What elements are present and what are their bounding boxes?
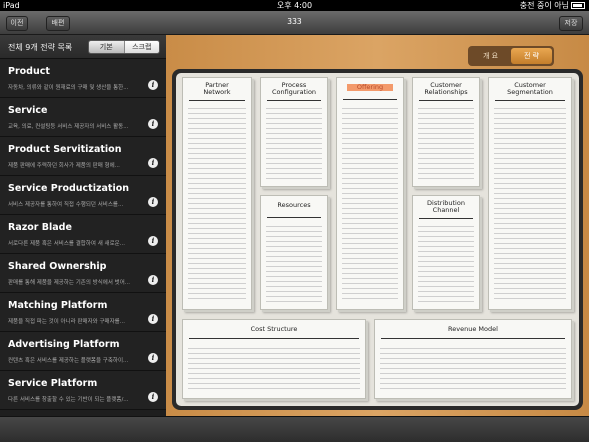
strategy-description: 제품 판매에 주력하던 회사가 제품의 판매 형에... xyxy=(8,163,120,169)
strategy-description: 교육, 의료, 컨설팅등 서비스 제공자의 서비스 활동... xyxy=(8,124,129,130)
strategy-name: Service Platform xyxy=(8,378,98,389)
note-lines xyxy=(266,104,322,180)
battery-status: 충전 중이 아님 xyxy=(520,0,585,11)
nav-bar: 이전 배편 333 저장 xyxy=(0,11,589,35)
title-rule xyxy=(343,99,397,100)
board-surface: Partner Network Process Configuration Re… xyxy=(176,73,579,406)
charge-status-text: 충전 중이 아님 xyxy=(519,1,569,10)
save-button[interactable]: 저장 xyxy=(559,16,583,31)
page-title: 333 xyxy=(287,17,302,26)
list-segmented-control: 기본 스크랩 xyxy=(88,40,160,54)
customer-relationships-title: Customer Relationships xyxy=(424,81,468,96)
clock: 오후 4:00 xyxy=(276,1,313,10)
note-lines xyxy=(266,222,322,303)
tab-strategy[interactable]: 전 략 xyxy=(511,48,552,64)
strategy-list-item[interactable]: Razor Blade 서로다른 제품 혹은 서비스를 결합하여 새 새로운...… xyxy=(0,215,166,254)
strategy-description: 다른 서비스를 창출할 수 있는 기반이 되는 플랫폼/... xyxy=(8,397,129,403)
business-model-board: Partner Network Process Configuration Re… xyxy=(172,69,583,410)
strategy-description: 서로다른 제품 혹은 서비스를 결합하여 새 새로운... xyxy=(8,241,125,247)
title-rule xyxy=(267,100,321,101)
segment-basic[interactable]: 기본 xyxy=(89,41,124,53)
status-bar: iPad 오후 4:00 충전 중이 아님 xyxy=(0,0,589,11)
title-rule xyxy=(419,218,473,219)
customer-segmentation-card[interactable]: Customer Segmentation xyxy=(488,77,572,310)
battery-icon xyxy=(571,2,585,9)
info-icon[interactable]: i xyxy=(148,80,158,90)
strategy-name: Product Servitization xyxy=(8,144,122,155)
process-configuration-card[interactable]: Process Configuration xyxy=(260,77,328,187)
strategy-name: Service Productization xyxy=(8,183,129,194)
info-icon[interactable]: i xyxy=(148,392,158,402)
strategy-name: Service xyxy=(8,105,48,116)
note-lines xyxy=(188,104,246,303)
cost-structure-card[interactable]: Cost Structure xyxy=(182,319,366,399)
bottom-toolbar xyxy=(0,416,589,442)
strategy-name: Shared Ownership xyxy=(8,261,107,272)
partner-network-card[interactable]: Partner Network xyxy=(182,77,252,310)
title-rule xyxy=(419,100,473,101)
info-icon[interactable]: i xyxy=(148,353,158,363)
customer-relationships-card[interactable]: Customer Relationships xyxy=(412,77,480,187)
distribution-channel-card[interactable]: Distribution Channel xyxy=(412,195,480,310)
canvas-area: 개 요 전 략 Partner Network Process Configur… xyxy=(166,35,589,416)
strategy-list-item[interactable]: Service Productization 서비스 제공자를 통하여 직접 수행… xyxy=(0,176,166,215)
view-tabs: 개 요 전 략 xyxy=(468,46,554,66)
offering-title: Offering xyxy=(337,84,403,99)
strategy-list-item[interactable]: Matching Platform 제품을 직접 파는 것이 아니라 판매자와 구… xyxy=(0,293,166,332)
strategy-name: Product xyxy=(8,66,50,77)
strategy-description: 자동차, 의류와 같이 원재료의 구매 및 생산을 통한... xyxy=(8,85,129,91)
title-rule xyxy=(495,100,565,101)
resources-card[interactable]: Resources xyxy=(260,195,328,310)
note-lines xyxy=(418,104,474,180)
tab-overview[interactable]: 개 요 xyxy=(470,48,511,64)
strategy-description: 컨텐츠 혹은 서비스를 제공하는 플랫폼을 구축하이... xyxy=(8,358,129,364)
strategy-description: 판매를 통해 제품을 제공하는 기존의 방식에서 벗어... xyxy=(8,280,130,286)
info-icon[interactable]: i xyxy=(148,119,158,129)
note-lines xyxy=(188,344,360,392)
strategy-list-item[interactable]: Shared Ownership 판매를 통해 제품을 제공하는 기존의 방식에서… xyxy=(0,254,166,293)
strategy-name: Matching Platform xyxy=(8,300,108,311)
info-icon[interactable]: i xyxy=(148,236,158,246)
segment-scrap[interactable]: 스크랩 xyxy=(123,41,159,53)
strategy-list-item[interactable]: Product Servitization 제품 판매에 주력하던 회사가 제품의… xyxy=(0,137,166,176)
revenue-model-card[interactable]: Revenue Model xyxy=(374,319,572,399)
strategy-name: Razor Blade xyxy=(8,222,72,233)
title-rule xyxy=(267,217,321,218)
note-lines xyxy=(418,222,474,303)
distribution-channel-title: Distribution Channel xyxy=(427,199,465,214)
strategy-description: 제품을 직접 파는 것이 아니라 판매자와 구매자를... xyxy=(8,319,125,325)
note-lines xyxy=(342,104,398,303)
note-lines xyxy=(494,104,566,303)
info-icon[interactable]: i xyxy=(148,197,158,207)
customer-segmentation-title: Customer Segmentation xyxy=(507,81,553,96)
offering-highlight: Offering xyxy=(346,84,394,91)
strategy-list-item[interactable]: Service Platform 다른 서비스를 창출할 수 있는 기반이 되는 … xyxy=(0,371,166,410)
strategy-list-item[interactable]: Product 자동차, 의류와 같이 원재료의 구매 및 생산을 통한... i xyxy=(0,59,166,98)
title-rule xyxy=(189,338,359,339)
sidebar-header: 전체 9개 전략 목록 기본 스크랩 xyxy=(0,35,166,59)
strategy-list-item[interactable]: Advertising Platform 컨텐츠 혹은 서비스를 제공하는 플랫폼… xyxy=(0,332,166,371)
note-lines xyxy=(380,344,566,392)
info-icon[interactable]: i xyxy=(148,275,158,285)
strategy-list-item[interactable]: Service 교육, 의료, 컨설팅등 서비스 제공자의 서비스 활동... i xyxy=(0,98,166,137)
strategy-list: Product 자동차, 의류와 같이 원재료의 구매 및 생산을 통한... i S… xyxy=(0,59,166,410)
strategy-list-sidebar: 전체 9개 전략 목록 기본 스크랩 Product 자동차, 의류와 같이 원재… xyxy=(0,35,166,416)
partner-network-title: Partner Network xyxy=(203,81,231,96)
strategy-name: Advertising Platform xyxy=(8,339,120,350)
revenue-model-title: Revenue Model xyxy=(448,325,498,333)
title-rule xyxy=(381,338,565,339)
offering-card[interactable]: Offering xyxy=(336,77,404,310)
cost-structure-title: Cost Structure xyxy=(250,325,298,333)
info-icon[interactable]: i xyxy=(148,158,158,168)
sidebar-title: 전체 9개 전략 목록 xyxy=(8,43,73,52)
title-rule xyxy=(189,100,245,101)
resources-title: Resources xyxy=(277,201,311,209)
process-configuration-title: Process Configuration xyxy=(271,81,317,96)
info-icon[interactable]: i xyxy=(148,314,158,324)
strategy-description: 서비스 제공자를 통하여 직접 수행되던 서비스를... xyxy=(8,202,124,208)
